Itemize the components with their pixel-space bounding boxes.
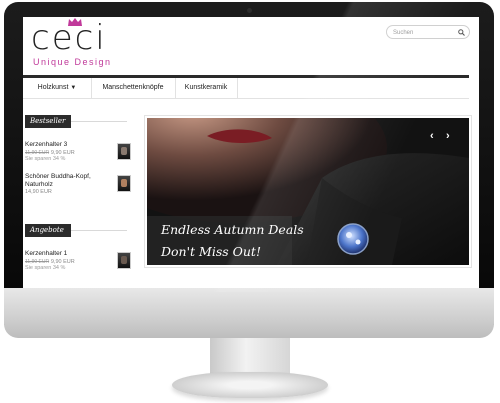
divider bbox=[71, 230, 127, 231]
product-thumbnail[interactable] bbox=[117, 143, 131, 160]
nav-item-label: Kunstkeramik bbox=[184, 84, 228, 91]
divider bbox=[71, 121, 127, 122]
thumbnail-image bbox=[121, 179, 127, 187]
monitor-stand-base bbox=[172, 372, 328, 398]
product-name[interactable]: Schöner Buddha-Kopf, Naturholz bbox=[25, 173, 105, 189]
slider-caption-line1: Endless Autumn Deals bbox=[161, 222, 304, 237]
product-thumbnail[interactable] bbox=[117, 175, 131, 192]
product-name[interactable]: Kerzenhalter 1 bbox=[25, 250, 129, 258]
caret-down-icon: ▼ bbox=[70, 85, 77, 91]
thumbnail-image bbox=[121, 256, 127, 264]
product-kerzenhalter-3[interactable]: Kerzenhalter 3 11,90 EUR 9,90 EUR Sie sp… bbox=[25, 141, 131, 163]
monitor-chin bbox=[4, 288, 494, 338]
product-buddha-kopf[interactable]: Schöner Buddha-Kopf, Naturholz 14,90 EUR bbox=[25, 173, 131, 195]
nav-item-label: Holzkunst bbox=[37, 84, 69, 91]
chevron-right-icon[interactable]: › bbox=[446, 130, 450, 142]
crown-icon bbox=[68, 18, 82, 26]
main-navigation: Holzkunst ▼ Manschettenknöpfe Kunstkerami… bbox=[23, 75, 469, 99]
product-savings: Sie sparen 34 % bbox=[25, 156, 66, 162]
product-price: 14,90 EUR bbox=[25, 189, 52, 195]
hero-slider[interactable]: Endless Autumn Deals Don't Miss Out! ‹ › bbox=[147, 118, 469, 265]
nav-item-holzkunst[interactable]: Holzkunst ▼ bbox=[23, 78, 92, 98]
thumbnail-image bbox=[121, 147, 127, 155]
site-logo[interactable]: ceci Unique Design bbox=[31, 18, 112, 67]
logo-tagline: Unique Design bbox=[33, 57, 112, 67]
bestseller-heading-label: Bestseller bbox=[25, 115, 71, 128]
website-screen: ceci Unique Design Suchen Holzkunst ▼ Man… bbox=[23, 17, 479, 288]
product-kerzenhalter-1[interactable]: Kerzenhalter 1 11,90 EUR 9,90 EUR Sie sp… bbox=[25, 250, 131, 272]
product-name[interactable]: Kerzenhalter 3 bbox=[25, 141, 129, 149]
product-savings: Sie sparen 34 % bbox=[25, 265, 66, 271]
camera-icon bbox=[247, 8, 252, 13]
product-thumbnail[interactable] bbox=[117, 252, 131, 269]
search-placeholder: Suchen bbox=[393, 30, 414, 36]
search-input[interactable]: Suchen bbox=[386, 25, 470, 39]
angebote-heading: Angebote bbox=[25, 224, 129, 237]
nav-item-manschettenknoepfe[interactable]: Manschettenknöpfe bbox=[91, 78, 176, 98]
slider-caption-line2: Don't Miss Out! bbox=[161, 244, 261, 259]
nav-item-kunstkeramik[interactable]: Kunstkeramik bbox=[175, 78, 238, 98]
chevron-left-icon[interactable]: ‹ bbox=[430, 130, 434, 142]
nav-item-label: Manschettenknöpfe bbox=[102, 84, 164, 91]
search-icon[interactable] bbox=[458, 29, 465, 36]
bestseller-heading: Bestseller bbox=[25, 115, 129, 128]
angebote-heading-label: Angebote bbox=[25, 224, 71, 237]
